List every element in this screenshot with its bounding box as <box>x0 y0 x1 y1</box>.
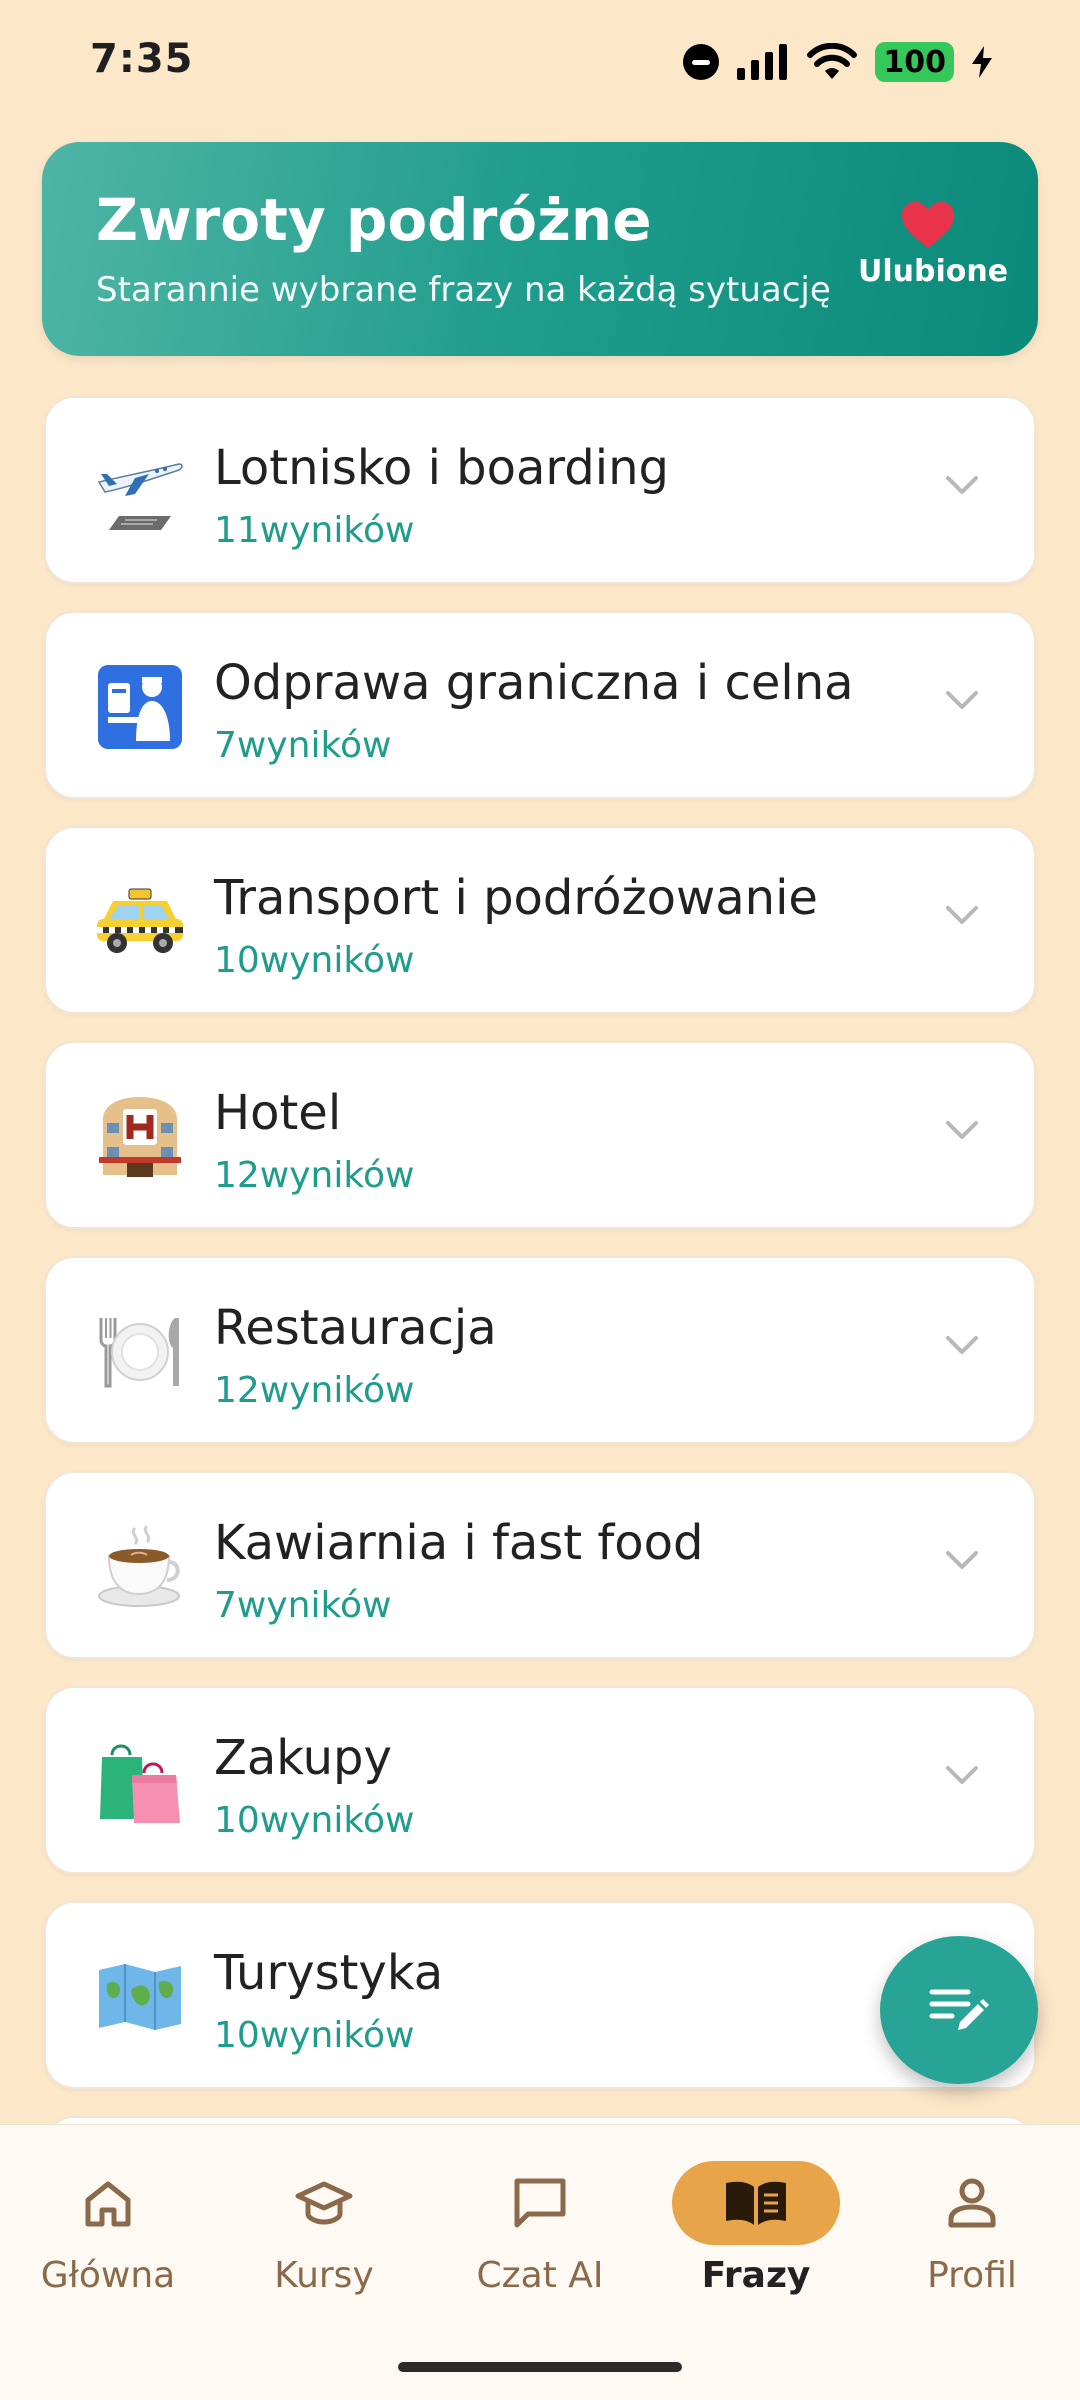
do-not-disturb-icon <box>683 44 720 80</box>
charging-bolt-icon <box>972 46 992 78</box>
category-card-cafe[interactable]: Kawiarnia i fast food 7wyników <box>44 1471 1036 1659</box>
category-count: 7wyników <box>214 725 392 766</box>
home-indicator[interactable] <box>398 2362 682 2372</box>
chevron-down-icon <box>946 1336 978 1354</box>
page-subtitle: Starannie wybrane frazy na każdą sytuacj… <box>96 270 831 310</box>
category-card-hotel[interactable]: Hotel 12wyników <box>44 1041 1036 1229</box>
passport-control-icon <box>92 657 188 757</box>
nav-item-phrases[interactable]: Frazy <box>656 2161 856 2296</box>
chevron-down-icon <box>946 476 978 494</box>
graduation-cap-icon <box>295 2181 353 2225</box>
person-icon <box>948 2178 996 2228</box>
nav-item-home[interactable]: Główna <box>8 2161 208 2296</box>
bottom-navigation: Główna Kursy Czat AI Frazy Profil <box>0 2124 1080 2400</box>
status-bar: 7:35 100 <box>0 0 1080 120</box>
status-time: 7:35 <box>90 36 194 82</box>
phrases-screen: 7:35 100 Zwroty podróżne Starannie wybra… <box>0 0 1080 2400</box>
nav-label: Czat AI <box>476 2255 604 2296</box>
map-icon <box>92 1947 188 2047</box>
category-count: 7wyników <box>214 1585 392 1626</box>
chevron-down-icon <box>946 1766 978 1784</box>
category-name: Hotel <box>214 1085 342 1141</box>
nav-label: Główna <box>40 2255 176 2296</box>
nav-icon-container <box>672 2161 840 2245</box>
nav-icon-container <box>24 2161 192 2245</box>
category-count: 11wyników <box>214 510 415 551</box>
category-name: Turystyka <box>214 1945 444 2001</box>
category-count: 10wyników <box>214 940 415 981</box>
nav-item-courses[interactable]: Kursy <box>224 2161 424 2296</box>
airplane-icon <box>92 442 188 542</box>
edit-list-icon <box>929 1989 989 2030</box>
signal-icon <box>737 44 788 80</box>
category-count: 10wyników <box>214 2015 415 2056</box>
coffee-icon <box>92 1517 188 1617</box>
status-icons: 100 <box>683 40 992 84</box>
chevron-down-icon <box>946 691 978 709</box>
wifi-icon <box>807 43 858 79</box>
home-icon <box>85 2181 131 2227</box>
hotel-icon <box>92 1087 188 1187</box>
chat-bubble-icon <box>514 2178 566 2228</box>
category-name: Restauracja <box>214 1300 497 1356</box>
favorites-button[interactable]: Ulubione <box>858 200 1009 289</box>
book-icon <box>726 2181 786 2225</box>
nav-label: Kursy <box>274 2255 374 2296</box>
battery-indicator: 100 <box>875 42 954 82</box>
category-name: Kawiarnia i fast food <box>214 1515 704 1571</box>
category-card-shopping[interactable]: Zakupy 10wyników <box>44 1686 1036 1874</box>
chevron-down-icon <box>946 906 978 924</box>
category-card-border-control[interactable]: Odprawa graniczna i celna 7wyników <box>44 611 1036 799</box>
notes-fab-button[interactable] <box>880 1936 1038 2084</box>
category-count: 12wyników <box>214 1370 415 1411</box>
category-card-restaurant[interactable]: Restauracja 12wyników <box>44 1256 1036 1444</box>
category-name: Zakupy <box>214 1730 392 1786</box>
shopping-bags-icon <box>92 1732 188 1832</box>
nav-item-ai-chat[interactable]: Czat AI <box>440 2161 640 2296</box>
page-title: Zwroty podróżne <box>96 186 652 254</box>
plate-cutlery-icon <box>92 1302 188 1402</box>
category-name: Transport i podróżowanie <box>214 870 818 926</box>
chevron-down-icon <box>946 1551 978 1569</box>
heart-icon <box>902 202 954 248</box>
nav-item-profile[interactable]: Profil <box>872 2161 1072 2296</box>
header-card: Zwroty podróżne Starannie wybrane frazy … <box>42 142 1038 356</box>
nav-label: Frazy <box>701 2255 811 2296</box>
category-card-airport[interactable]: Lotnisko i boarding 11wyników <box>44 396 1036 584</box>
category-card-transport[interactable]: Transport i podróżowanie 10wyników <box>44 826 1036 1014</box>
category-count: 10wyników <box>214 1800 415 1841</box>
taxi-icon <box>92 872 188 972</box>
nav-label: Profil <box>927 2255 1017 2296</box>
category-name: Odprawa graniczna i celna <box>214 655 854 711</box>
nav-icon-container <box>888 2161 1056 2245</box>
nav-icon-container <box>240 2161 408 2245</box>
favorites-label: Ulubione <box>858 254 1009 289</box>
category-name: Lotnisko i boarding <box>214 440 669 496</box>
nav-icon-container <box>456 2161 624 2245</box>
chevron-down-icon <box>946 1121 978 1139</box>
category-count: 12wyników <box>214 1155 415 1196</box>
